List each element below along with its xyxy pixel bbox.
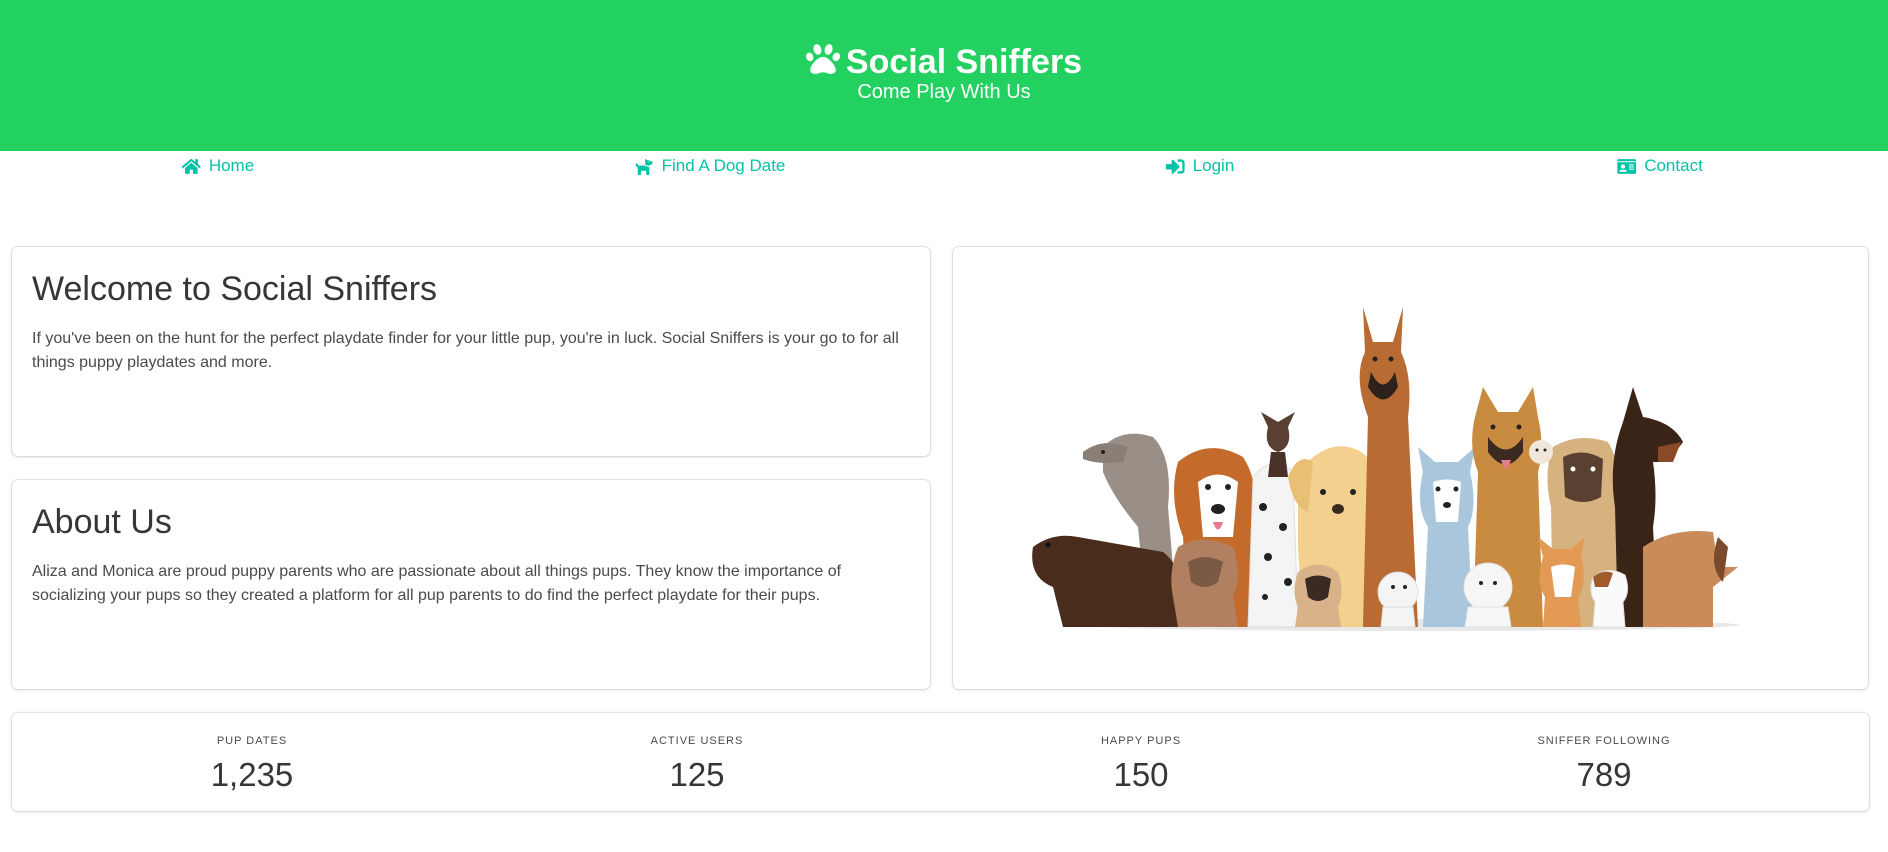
bulldog-dog <box>1171 539 1238 627</box>
home-icon <box>181 158 201 174</box>
pomeranian-dog <box>1463 562 1513 628</box>
nav-contact-label: Contact <box>1644 156 1703 175</box>
main-nav: Home Find A Dog Date Login Contact <box>0 151 1888 181</box>
stat-value: 789 <box>1576 756 1632 793</box>
stat-heading: Happy Pups <box>1100 735 1182 747</box>
jack-russell-dog <box>1590 570 1629 628</box>
nav-home-label: Home <box>208 156 255 175</box>
site-title: Social Sniffers <box>0 42 1888 82</box>
nav-home-link[interactable]: Home <box>181 151 255 181</box>
stat-value: 150 <box>1113 756 1169 793</box>
site-subtitle: Come Play With Us <box>857 81 1031 103</box>
shih-tzu-dog <box>1529 440 1553 464</box>
stats-bar: Pup Dates 1,235 Active Users 125 Happy P… <box>12 713 1869 811</box>
about-title: About Us <box>32 503 172 541</box>
basset-hound-dog <box>1643 531 1753 627</box>
husky-dog <box>1418 447 1475 627</box>
dogs-image-card <box>953 247 1868 689</box>
corgi-dog <box>1538 537 1585 627</box>
sign-in-icon <box>1165 158 1185 174</box>
paw-icon <box>805 44 840 74</box>
stat-heading: Pup Dates <box>216 735 288 747</box>
hero-banner: Social Sniffers Come Play With Us <box>0 0 1888 151</box>
white-fluffy-dog <box>1377 571 1419 628</box>
dog-icon <box>635 158 653 175</box>
nav-find-dog-date-link[interactable]: Find A Dog Date <box>635 151 786 181</box>
site-title-text: Social Sniffers <box>845 43 1083 81</box>
nav-login-label: Login <box>1192 156 1235 175</box>
nav-find-dog-date-label: Find A Dog Date <box>661 156 786 175</box>
welcome-card: Welcome to Social Sniffers If you've bee… <box>12 247 930 456</box>
stat-heading: Sniffer Following <box>1537 735 1671 747</box>
pug-dog <box>1294 564 1342 627</box>
about-body: Aliza and Monica are proud puppy parents… <box>32 563 842 604</box>
welcome-title: Welcome to Social Sniffers <box>32 270 438 308</box>
stat-value: 125 <box>669 756 725 793</box>
about-card: About Us Aliza and Monica are proud pupp… <box>12 480 930 689</box>
welcome-body: If you've been on the hunt for the perfe… <box>32 330 899 371</box>
nav-login-link[interactable]: Login <box>1165 151 1235 181</box>
stat-heading: Active Users <box>650 735 744 747</box>
dogs-illustration <box>1032 307 1753 631</box>
stat-value: 1,235 <box>210 756 294 793</box>
id-card-icon <box>1617 158 1637 174</box>
nav-contact-link[interactable]: Contact <box>1617 151 1703 181</box>
